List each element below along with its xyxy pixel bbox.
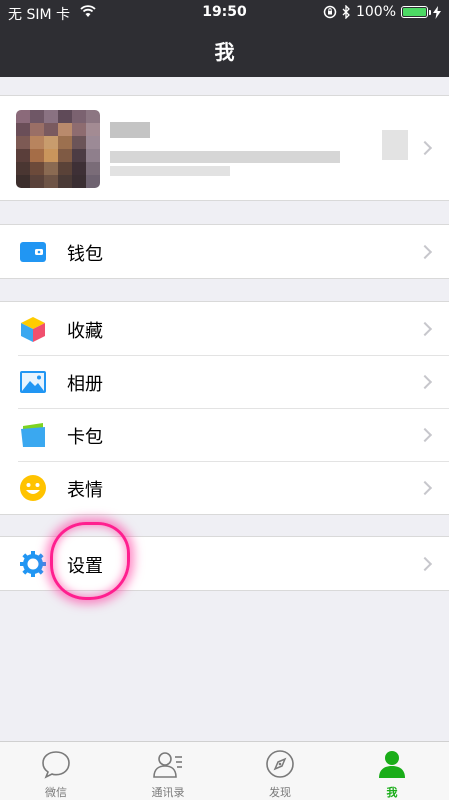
menu-item-album[interactable]: 相册 <box>0 355 449 408</box>
smiley-icon <box>20 475 46 501</box>
contacts-icon <box>153 752 182 778</box>
tab-discover[interactable]: 发现 <box>224 742 336 800</box>
tab-bar: 微信 通讯录 发现 我 <box>0 741 449 800</box>
profile-name-redacted <box>110 122 150 138</box>
chevron-right-icon <box>417 556 433 571</box>
status-right: 100% <box>323 4 441 20</box>
qr-code-redacted[interactable] <box>382 130 408 160</box>
menu-item-label: 表情 <box>67 480 103 501</box>
card-icon <box>21 423 45 447</box>
profile-card[interactable] <box>0 95 449 201</box>
tab-label: 通讯录 <box>151 786 185 799</box>
photo-icon <box>20 371 46 393</box>
menu-item-stickers[interactable]: 表情 <box>0 461 449 514</box>
avatar-icon[interactable] <box>16 110 100 188</box>
chat-bubble-icon <box>42 751 70 779</box>
rotation-lock-icon <box>323 5 337 19</box>
profile-id-redacted-2 <box>110 166 230 176</box>
tab-me[interactable]: 我 <box>336 742 448 800</box>
battery-icon <box>401 6 431 18</box>
bluetooth-icon <box>342 5 350 19</box>
chevron-right-icon <box>417 244 433 259</box>
menu-item-wallet[interactable]: 钱包 <box>0 225 449 278</box>
wallet-icon <box>20 242 46 262</box>
page-title: 我 <box>214 40 235 64</box>
menu-item-label: 相册 <box>67 374 103 395</box>
tab-chats[interactable]: 微信 <box>0 742 112 800</box>
chevron-right-icon <box>417 321 433 336</box>
tab-label: 微信 <box>45 786 67 799</box>
chevron-right-icon <box>417 427 433 442</box>
wallet-group: 钱包 <box>0 224 449 279</box>
status-bar: 无 SIM 卡 19:50 100% <box>0 0 449 26</box>
menu-item-label: 卡包 <box>67 427 103 448</box>
menu-item-label: 收藏 <box>67 321 103 342</box>
charging-icon <box>433 5 441 19</box>
chevron-right-icon <box>417 140 433 156</box>
profile-id-redacted <box>110 151 340 163</box>
person-icon <box>379 751 405 778</box>
gear-icon <box>20 551 46 577</box>
menu-item-favorites[interactable]: 收藏 <box>0 302 449 355</box>
cube-icon <box>21 317 45 342</box>
menu-item-cards[interactable]: 卡包 <box>0 408 449 461</box>
menu-item-label: 钱包 <box>67 244 103 265</box>
highlight-annotation <box>50 522 130 600</box>
chevron-right-icon <box>417 480 433 495</box>
tab-label: 我 <box>386 786 398 799</box>
collections-group: 收藏 相册 卡包 表情 <box>0 301 449 515</box>
battery-percent: 100% <box>355 4 396 20</box>
tab-label: 发现 <box>269 786 291 799</box>
battery-fill <box>403 8 426 16</box>
chevron-right-icon <box>417 374 433 389</box>
compass-icon <box>266 750 294 778</box>
tab-contacts[interactable]: 通讯录 <box>112 742 224 800</box>
top-bar: 无 SIM 卡 19:50 100% 我 <box>0 0 449 77</box>
